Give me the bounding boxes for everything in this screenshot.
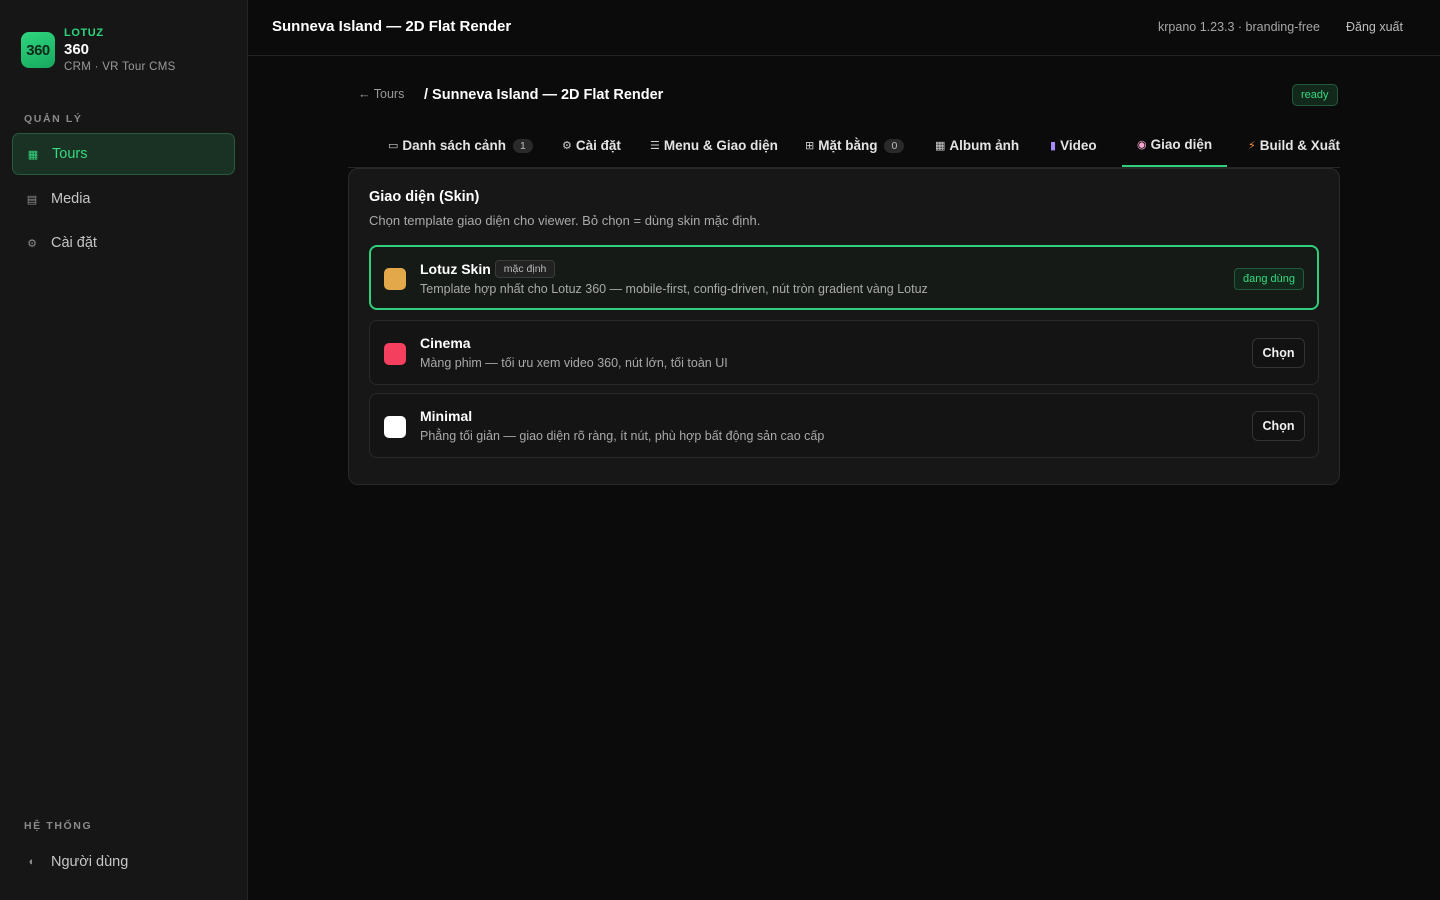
brand-subtitle: LOTUZ [64, 27, 104, 39]
menu-icon: ☰ [650, 140, 660, 152]
gear-icon: ⚙ [27, 237, 37, 250]
skin-color-swatch [384, 343, 406, 365]
brand-logo: 360 [21, 32, 55, 68]
list-icon: ▤ [26, 193, 38, 206]
tab-label: Video [1060, 138, 1097, 153]
gear-icon: ⚙ [562, 140, 572, 152]
tab-video[interactable]: ▮ Video [1050, 124, 1097, 167]
breadcrumb-current: / Sunneva Island — 2D Flat Render [424, 87, 664, 103]
skin-option-lotuz[interactable]: Lotuz Skin mặc định Template hợp nhất ch… [369, 245, 1319, 310]
skin-option-cinema[interactable]: Cinema Màng phim — tối ưu xem video 360,… [369, 320, 1319, 385]
tab-skin[interactable]: ◉ Giao diện [1122, 124, 1228, 167]
brand-name: 360 [64, 41, 90, 58]
tab-build-export[interactable]: ⚡ Build & Xuất [1248, 124, 1340, 167]
skin-name: Lotuz Skin [420, 261, 491, 277]
tab-label: Cài đặt [575, 138, 621, 153]
version-info: krpano 1.23.3 · branding-free [1158, 20, 1320, 34]
tab-label: Menu & Giao diện [663, 138, 778, 153]
tab-count: 1 [512, 138, 533, 153]
tab-label: Danh sách cảnh [402, 138, 506, 153]
nav-section-system: HỆ THỐNG [24, 820, 93, 832]
palette-icon: ◉ [1137, 139, 1147, 151]
logout-link[interactable]: Đăng xuất [1346, 20, 1403, 34]
page-title: Sunneva Island — 2D Flat Render [272, 18, 512, 35]
album-icon: ▦ [935, 140, 946, 152]
tab-album[interactable]: ▦ Album ảnh [935, 124, 1019, 167]
sidebar-item-tours[interactable]: ▦ Tours [12, 133, 235, 175]
tab-settings[interactable]: ⚙ Cài đặt [562, 124, 621, 167]
tab-scenes[interactable]: ▭ Danh sách cảnh 1 [388, 124, 533, 167]
tab-label: Album ảnh [949, 138, 1020, 153]
tab-label: Build & Xuất [1259, 138, 1340, 153]
sidebar: 360 LOTUZ 360 CRM · VR Tour CMS QUẢN LÝ … [0, 0, 248, 900]
lightning-icon: ⚡ [1248, 140, 1256, 152]
sidebar-item-label: Người dùng [51, 854, 129, 870]
tab-bar: ▭ Danh sách cảnh 1 ⚙ Cài đặt ☰ Menu & Gi… [348, 124, 1340, 168]
sidebar-item-label: Cài đặt [51, 235, 97, 251]
panel-title: Giao diện (Skin) [369, 189, 480, 205]
sidebar-item-settings[interactable]: ⚙ Cài đặt [12, 222, 235, 264]
sidebar-item-label: Tours [52, 146, 88, 162]
sidebar-item-media[interactable]: ▤ Media [12, 178, 235, 220]
grid-icon: ▦ [27, 148, 39, 161]
half-circle-icon: ◐ [28, 856, 36, 868]
default-tag: mặc định [494, 260, 556, 278]
breadcrumb-back-link[interactable]: ← Tours [358, 87, 404, 101]
brand[interactable]: 360 LOTUZ 360 CRM · VR Tour CMS [21, 26, 176, 74]
tab-label: Giao diện [1150, 137, 1213, 152]
panel-description: Chọn template giao diện cho viewer. Bỏ c… [369, 213, 761, 228]
sidebar-item-users[interactable]: ◐ Người dùng [12, 841, 235, 883]
skin-description: Màng phim — tối ưu xem video 360, nút lớ… [420, 356, 728, 370]
skin-description: Template hợp nhất cho Lotuz 360 — mobile… [420, 282, 928, 296]
skin-color-swatch [384, 416, 406, 438]
skin-description: Phẳng tối giản — giao diện rõ ràng, ít n… [420, 429, 825, 443]
choose-button[interactable]: Chọn [1252, 338, 1305, 368]
tab-count: 0 [884, 138, 905, 153]
skin-color-swatch [384, 268, 406, 290]
nav-section-manage: QUẢN LÝ [24, 113, 83, 125]
tab-label: Mặt bằng [818, 138, 878, 153]
in-use-badge: đang dùng [1234, 268, 1304, 290]
floorplan-icon: ⊞ [805, 140, 815, 152]
skin-option-minimal[interactable]: Minimal Phẳng tối giản — giao diện rõ rà… [369, 393, 1319, 458]
skin-name: Cinema [420, 335, 471, 351]
topbar: Sunneva Island — 2D Flat Render krpano 1… [248, 0, 1440, 56]
tab-floorplan[interactable]: ⊞ Mặt bằng 0 [805, 124, 905, 167]
status-badge: ready [1292, 84, 1338, 106]
clapper-icon: ▮ [1050, 140, 1057, 152]
choose-button[interactable]: Chọn [1252, 411, 1305, 441]
skin-name: Minimal [420, 408, 473, 424]
image-icon: ▭ [388, 140, 399, 152]
skin-panel: Giao diện (Skin) Chọn template giao diện… [348, 168, 1340, 485]
tab-menu-interface[interactable]: ☰ Menu & Giao diện [650, 124, 778, 167]
brand-tagline: CRM · VR Tour CMS [64, 61, 176, 73]
sidebar-item-label: Media [51, 191, 91, 207]
